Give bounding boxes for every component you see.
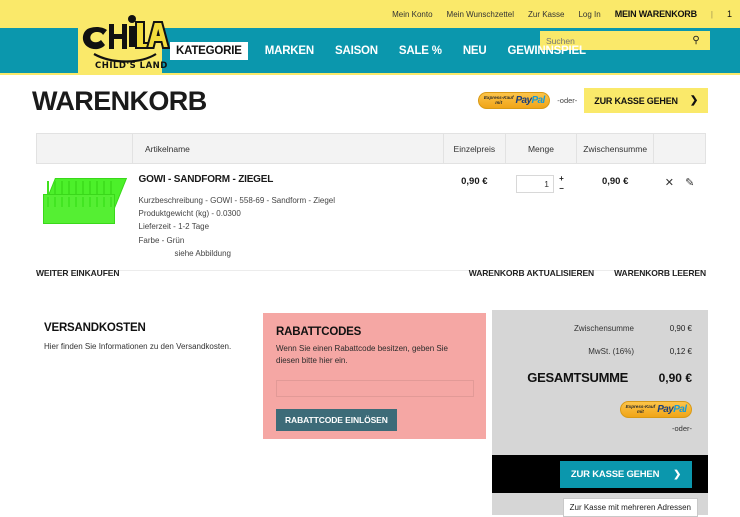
nav-item-saison[interactable]: SAISON [331,42,382,60]
discount-code-description: Wenn Sie einen Rabattcode besitzen, gebe… [276,344,448,365]
utility-link-mein-wunschzettel[interactable]: Mein Wunschzettel [447,10,514,19]
table-row: GOWI - SANDFORM - ZIEGEL Kurzbeschreibun… [36,163,706,271]
utility-link-log-in[interactable]: Log In [578,10,600,19]
product-attr-lieferzeit: Lieferzeit - 1-2 Tage [138,222,210,232]
paypal-express-button-summary[interactable]: Express-Kauf mit PayPal [620,401,692,418]
svg-text:CHILD'S LAND: CHILD'S LAND [95,61,168,71]
edit-item-icon[interactable]: ✎ [685,176,694,189]
brick-ridges-front [46,197,113,207]
shipping-costs-title: VERSANDKOSTEN [44,322,146,334]
cell-row-subtotal: 0,90 € [576,163,654,271]
summary-row-tax: MwSt. (16%) 0,12 € [508,347,692,356]
oder-separator-summary: -oder- [671,424,692,433]
quantity-step-buttons: + − [557,175,566,193]
oder-separator-top: -oder- [557,96,578,105]
shipping-costs-text: Hier finden Sie Informationen zu den Ver… [44,342,232,351]
summary-paypal-row: Express-Kauf mit PayPal [492,399,708,418]
discount-code-input[interactable] [276,380,474,397]
site-logo[interactable]: CHILD'S LAND [78,0,171,75]
product-attr-farbe: Farbe - Grün [138,235,185,245]
discount-code-panel: RABATTCODES Wenn Sie einen Rabattcode be… [263,313,486,439]
cell-unit-price: 0,90 € [443,163,506,271]
empty-cart-button[interactable]: WARENKORB LEEREN [614,268,706,278]
product-attributes: Kurzbeschreibung - GOWI - 558-69 - Sandf… [139,194,438,260]
product-attr-kurzbeschreibung: Kurzbeschreibung - GOWI - 558-69 - Sandf… [138,196,336,205]
utility-link-mein-konto[interactable]: Mein Konto [392,10,432,19]
cell-product-name: GOWI - SANDFORM - ZIEGEL Kurzbeschreibun… [132,163,444,271]
column-header-actions [653,133,706,164]
quantity-decrease-button[interactable]: − [557,185,566,193]
top-checkout-actions: Express-Kauf mit PayPal -oder- ZUR KASSE… [478,88,708,113]
cart-action-links-right: WARENKORB AKTUALISIEREN WARENKORB LEEREN [469,268,706,278]
remove-item-icon[interactable]: ✕ [665,176,674,189]
shipping-costs-section: VERSANDKOSTEN Hier finden Sie Informatio… [44,322,244,352]
summary-row-total: GESAMTSUMME 0,90 € [508,370,692,385]
cart-table-head: Artikelname Einzelpreis Menge Zwischensu… [36,133,706,164]
cell-row-actions: ✕ ✎ [653,163,706,271]
chila-logo-icon: CHILD'S LAND [82,15,171,71]
column-header-price: Einzelpreis [442,133,506,164]
main-nav: KATEGORIE MARKEN SAISON SALE % NEU GEWIN… [170,28,590,73]
quantity-input[interactable] [515,175,554,193]
mini-cart-separator: | [710,9,713,19]
paypal-express-text-summary: Express-Kauf mit [625,403,656,414]
product-attr-abbildung: siehe Abbildung [174,248,232,258]
mini-cart-label[interactable]: MEIN WARENKORB [615,9,697,19]
update-cart-button[interactable]: WARENKORB AKTUALISIEREN [469,268,594,278]
nav-item-gewinnspiel[interactable]: GEWINNSPIEL [504,42,590,60]
cart-action-links: WEITER EINKAUFEN WARENKORB AKTUALISIEREN… [36,268,706,278]
multi-address-row: Zur Kasse mit mehreren Adressen [492,498,708,517]
nav-item-marken[interactable]: MARKEN [261,42,318,60]
cart-table-body: GOWI - SANDFORM - ZIEGEL Kurzbeschreibun… [36,163,706,271]
nav-item-kategorie[interactable]: KATEGORIE [170,41,248,60]
continue-shopping-button[interactable]: WEITER EINKAUFEN [36,268,120,278]
nav-item-neu[interactable]: NEU [459,42,491,60]
cell-quantity: + − [505,163,577,271]
checkout-band: ZUR KASSE GEHEN ❯ [492,455,708,493]
checkout-button-bottom-label: ZUR KASSE GEHEN [570,468,660,480]
product-attr-gewicht: Produktgewicht (kg) - 0.0300 [138,209,241,219]
utility-nav: Mein Konto Mein Wunschzettel Zur Kasse L… [392,4,732,24]
mini-cart-count: 1 [726,9,732,19]
chevron-right-icon-top: ❯ [689,95,698,106]
checkout-button-bottom[interactable]: ZUR KASSE GEHEN ❯ [559,460,692,488]
quantity-stepper[interactable]: + − [515,175,566,193]
apply-discount-button[interactable]: RABATTCODE EINLÖSEN [276,409,397,431]
summary-label-tax: MwSt. (16%) [588,347,634,356]
summary-row-subtotal: Zwischensumme 0,90 € [508,324,692,333]
column-header-image [36,133,133,164]
quantity-increase-button[interactable]: + [557,175,566,183]
summary-value-total: 0,90 € [658,371,692,385]
column-header-subtotal: Zwischensumme [576,133,655,164]
chevron-right-icon-bottom: ❯ [673,468,681,480]
product-thumbnail[interactable] [42,178,127,230]
paypal-express-text-top: Express-Kauf mit [483,94,514,105]
cart-table-header-row: Artikelname Einzelpreis Menge Zwischensu… [36,133,706,164]
checkout-button-top[interactable]: ZUR KASSE GEHEN ❯ [584,88,708,113]
checkout-button-top-label: ZUR KASSE GEHEN [594,95,678,106]
product-name-link[interactable]: GOWI - SANDFORM - ZIEGEL [139,174,438,185]
utility-link-zur-kasse[interactable]: Zur Kasse [528,10,564,19]
multi-address-checkout-link[interactable]: Zur Kasse mit mehreren Adressen [562,498,698,517]
column-header-name: Artikelname [132,133,444,164]
paypal-express-button-top[interactable]: Express-Kauf mit PayPal [478,92,551,109]
order-summary-rows: Zwischensumme 0,90 € MwSt. (16%) 0,12 € … [492,310,708,385]
summary-value-subtotal: 0,90 € [669,324,692,333]
summary-label-total: GESAMTSUMME [527,370,628,385]
summary-value-tax: 0,12 € [669,347,692,356]
page-title: WARENKORB [32,86,207,116]
order-summary-panel: Zwischensumme 0,90 € MwSt. (16%) 0,12 € … [492,310,708,517]
paypal-logo-icon-summary: PayPal [657,404,687,415]
cart-table: Artikelname Einzelpreis Menge Zwischensu… [36,133,706,271]
summary-label-subtotal: Zwischensumme [573,324,634,333]
nav-item-sale[interactable]: SALE % [395,42,446,60]
discount-code-title: RABATTCODES [276,326,362,338]
cell-product-image [36,163,133,271]
paypal-logo-icon-top: PayPal [515,95,545,106]
search-icon[interactable]: ⚲ [686,35,706,46]
column-header-qty: Menge [504,133,578,164]
site-header: Mein Konto Mein Wunschzettel Zur Kasse L… [0,0,740,75]
